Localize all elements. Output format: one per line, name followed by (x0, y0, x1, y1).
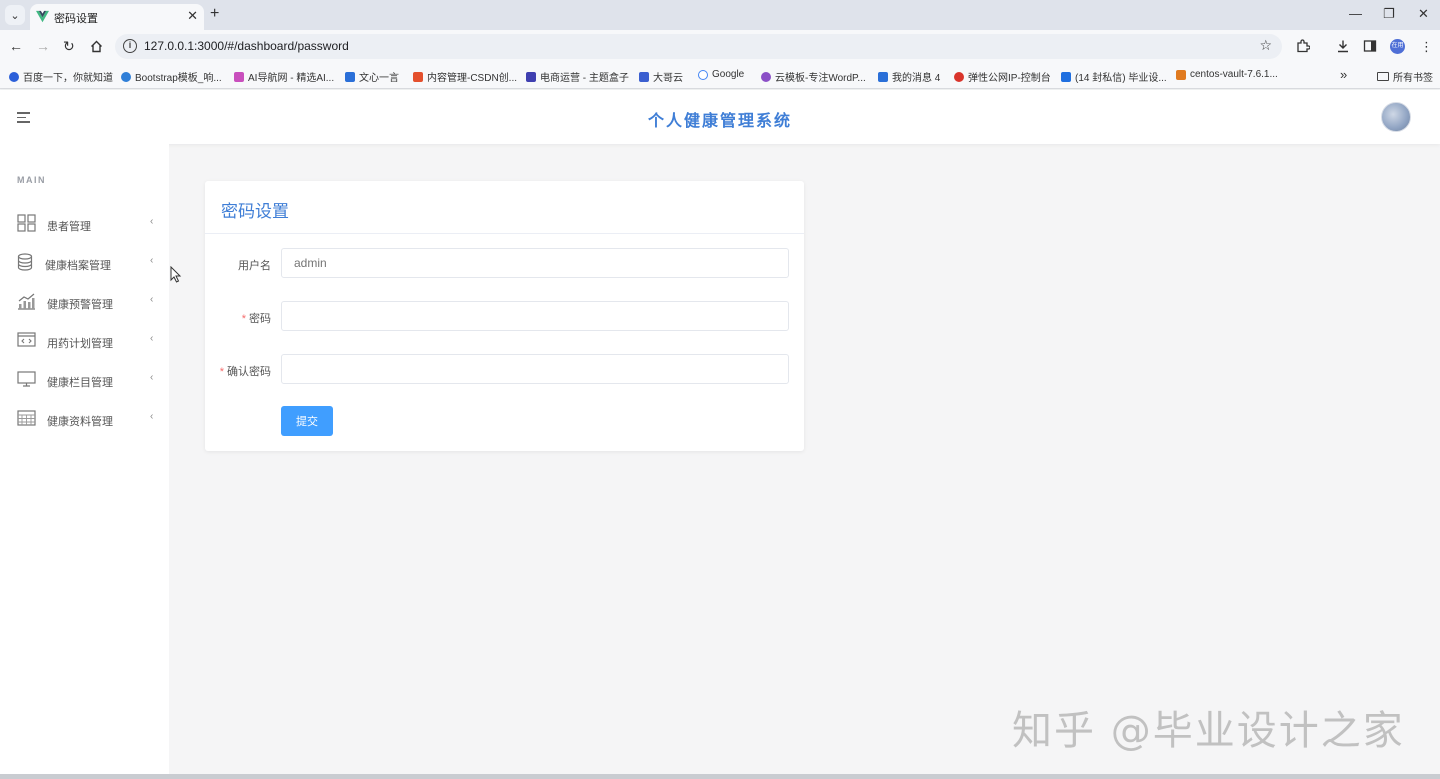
submit-button[interactable]: 提交 (281, 406, 333, 436)
code-window-icon (17, 332, 36, 347)
extensions-icon[interactable] (1296, 39, 1310, 53)
bookmark-favicon-icon (121, 71, 131, 82)
bookmark-item[interactable]: AI导航网 - 精选AI... (234, 69, 334, 84)
sidebar: MAIN 患者管理 ‹ 健康档案管理 ‹ 健康预警管理 ‹ 用药计划管理 ‹ 健… (0, 144, 169, 775)
google-favicon-icon (698, 69, 708, 80)
bookmark-favicon-icon (878, 71, 888, 82)
bookmark-favicon-icon (234, 71, 244, 82)
side-panel-icon[interactable] (1363, 39, 1377, 53)
monitor-icon (17, 371, 36, 387)
confirm-password-label: * 确认密码 (219, 366, 271, 378)
bookmark-favicon-icon (1061, 71, 1071, 82)
sidebar-item-health-columns[interactable]: 健康栏目管理 ‹ (0, 360, 169, 399)
restore-button[interactable]: ❐ (1383, 6, 1395, 22)
tab-search-dropdown-icon[interactable]: ⌄ (5, 5, 25, 25)
browser-menu-icon[interactable]: ⋮ (1420, 39, 1433, 55)
confirm-password-input[interactable] (281, 354, 789, 384)
tab-title: 密码设置 (54, 13, 98, 25)
bookmark-item[interactable]: 我的消息 4 (878, 69, 940, 84)
sidebar-item-label: 健康栏目管理 (47, 377, 113, 389)
chevron-left-icon: ‹ (150, 216, 154, 227)
sidebar-item-health-records[interactable]: 健康档案管理 ‹ (0, 243, 169, 282)
password-input[interactable] (281, 301, 789, 331)
vue-favicon-icon (36, 10, 49, 23)
url-text[interactable]: 127.0.0.1:3000/#/dashboard/password (144, 39, 349, 53)
bookmark-favicon-icon (639, 71, 649, 82)
bookmark-item[interactable]: 云模板-专注WordP... (761, 69, 866, 84)
required-asterisk: * (241, 313, 246, 325)
username-input[interactable] (281, 248, 789, 278)
bookmark-star-icon[interactable]: ☆ (1259, 37, 1272, 54)
sidebar-item-label: 健康资料管理 (47, 416, 113, 428)
browser-toolbar: ← → ↻ i 127.0.0.1:3000/#/dashboard/passw… (0, 30, 1440, 63)
bookmark-favicon-icon (9, 71, 19, 82)
browser-tab-strip: ⌄ 密码设置 ✕ + — ❐ ✕ (0, 0, 1440, 30)
bookmark-item[interactable]: 大哥云 (639, 69, 683, 84)
bookmark-item[interactable]: Bootstrap模板_响... (121, 69, 222, 84)
sidebar-item-health-materials[interactable]: 健康资料管理 ‹ (0, 399, 169, 438)
sidebar-section-title: MAIN (17, 175, 46, 185)
sidebar-item-patients[interactable]: 患者管理 ‹ (0, 204, 169, 243)
sidebar-item-label: 用药计划管理 (47, 338, 113, 350)
bookmark-item[interactable]: Google (698, 69, 744, 80)
back-arrow-icon[interactable]: ← (9, 38, 23, 54)
password-settings-card: 密码设置 用户名 *密码 *确认密码 提交 (205, 181, 804, 451)
close-window-button[interactable]: ✕ (1418, 6, 1429, 22)
sidebar-item-label: 患者管理 (47, 221, 91, 233)
app-title: 个人健康管理系统 (647, 113, 792, 130)
app-root: 个人健康管理系统 MAIN 患者管理 ‹ 健康档案管理 ‹ 健康预警管理 ‹ 用… (0, 90, 1440, 775)
home-icon[interactable] (90, 40, 103, 53)
card-title: 密码设置 (221, 202, 289, 221)
all-bookmarks-folder[interactable]: 所有书签 (1377, 69, 1433, 84)
bookmark-item[interactable]: 弹性公网IP-控制台 (954, 69, 1051, 84)
card-divider (205, 233, 804, 234)
browser-tab[interactable]: 密码设置 ✕ (30, 4, 204, 30)
address-bar[interactable]: i 127.0.0.1:3000/#/dashboard/password ☆ (115, 34, 1282, 59)
site-info-icon[interactable]: i (123, 39, 137, 53)
bookmark-favicon-icon (526, 71, 536, 82)
minimize-button[interactable]: — (1349, 6, 1362, 21)
sidebar-item-label: 健康预警管理 (47, 299, 113, 311)
bookmark-favicon-icon (413, 71, 423, 82)
chevron-left-icon: ‹ (150, 372, 154, 383)
sidebar-item-label: 健康档案管理 (45, 260, 111, 272)
chevron-left-icon: ‹ (150, 333, 154, 344)
user-avatar[interactable] (1381, 102, 1411, 132)
mouse-cursor-icon (170, 266, 182, 283)
bookmark-item[interactable]: 电商运营 - 主题盒子 (526, 69, 629, 84)
watermark-text: 知乎 @毕业设计之家 (1012, 708, 1405, 754)
chart-icon (18, 293, 35, 310)
chevron-left-icon: ‹ (150, 411, 154, 422)
bookmarks-bar: 百度一下，你就知道 Bootstrap模板_响... AI导航网 - 精选AI.… (0, 63, 1440, 89)
bookmark-favicon-icon (761, 71, 771, 82)
download-icon[interactable] (1336, 39, 1350, 53)
bookmark-item[interactable]: centos-vault-7.6.1... (1176, 69, 1278, 80)
required-asterisk: * (219, 366, 224, 378)
username-label: 用户名 (238, 260, 271, 272)
tab-close-icon[interactable]: ✕ (187, 8, 198, 24)
database-icon (17, 253, 33, 271)
password-label: * 密码 (241, 313, 271, 325)
grid-icon (17, 214, 36, 232)
sidebar-item-health-alerts[interactable]: 健康预警管理 ‹ (0, 282, 169, 321)
app-header: 个人健康管理系统 (0, 90, 1440, 144)
bookmark-favicon-icon (1176, 69, 1186, 80)
profile-avatar[interactable]: 在用 (1390, 39, 1405, 54)
forward-arrow-icon[interactable]: → (36, 38, 50, 54)
folder-icon (1377, 72, 1389, 81)
bookmark-item[interactable]: 内容管理-CSDN创... (413, 69, 517, 84)
calendar-icon (17, 410, 36, 426)
bookmark-item[interactable]: 文心一言 (345, 69, 399, 84)
bookmark-item[interactable]: 百度一下，你就知道 (9, 69, 113, 84)
taskbar-edge (0, 774, 1440, 779)
new-tab-button[interactable]: + (210, 5, 219, 23)
sidebar-item-medication-plan[interactable]: 用药计划管理 ‹ (0, 321, 169, 360)
bookmarks-overflow-icon[interactable]: » (1340, 67, 1347, 82)
reload-icon[interactable]: ↻ (63, 38, 75, 55)
chevron-left-icon: ‹ (150, 255, 154, 266)
bookmark-favicon-icon (954, 71, 964, 82)
bookmark-favicon-icon (345, 71, 355, 82)
chevron-left-icon: ‹ (150, 294, 154, 305)
bookmark-item[interactable]: (14 封私信) 毕业设... (1061, 69, 1167, 84)
